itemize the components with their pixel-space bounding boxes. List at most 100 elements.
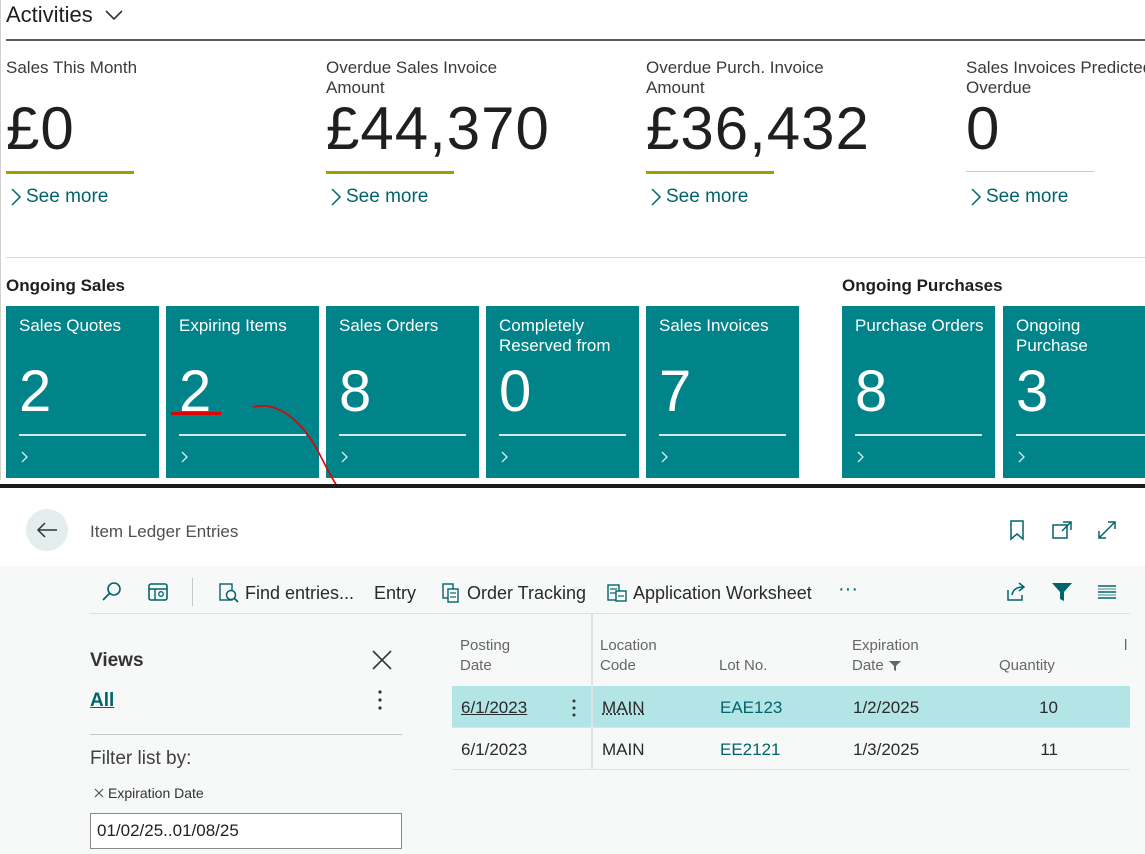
column-filter-icon: [888, 660, 902, 672]
item-ledger-entries-page: Item Ledger Entries Find entries... Entr…: [0, 484, 1145, 854]
cell-lot-no[interactable]: EE2121: [720, 740, 781, 760]
see-more-label: See more: [986, 186, 1068, 208]
filter-list-title: Filter list by:: [90, 748, 191, 770]
column-divider: [591, 614, 593, 770]
tile-completely-reserved[interactable]: Completely Reserved from Stock 0: [486, 306, 639, 478]
tile-divider: [179, 434, 306, 436]
order-tracking-button[interactable]: Order Tracking: [440, 580, 586, 606]
cell-expiration-date: 1/3/2025: [853, 740, 919, 760]
column-header-posting-date[interactable]: Posting Date: [460, 636, 530, 676]
ongoing-sales-title: Ongoing Sales: [6, 276, 125, 296]
filter-pane-toggle-icon[interactable]: [146, 580, 170, 604]
tile-value[interactable]: 8: [855, 358, 887, 425]
divider: [6, 39, 1145, 41]
more-options-button[interactable]: ···: [838, 576, 858, 602]
column-header-lot-no[interactable]: Lot No.: [719, 656, 767, 676]
kpi-label: Overdue Sales Invoice Amount: [326, 58, 546, 98]
list-view-icon[interactable]: [1095, 580, 1119, 604]
tile-purchase-orders[interactable]: Purchase Orders 8: [842, 306, 995, 478]
kpi-value[interactable]: £44,370: [326, 94, 550, 163]
kpi-overdue-purch-invoice-amount: Overdue Purch. Invoice Amount £36,432 Se…: [646, 58, 946, 98]
chevron-right-icon: [19, 449, 31, 465]
bookmark-icon[interactable]: [1005, 518, 1029, 542]
divider: [90, 734, 402, 735]
expand-icon[interactable]: [1095, 518, 1119, 542]
chevron-right-icon: [969, 187, 983, 207]
tile-label: Completely Reserved from Stock: [499, 316, 631, 356]
open-new-window-icon[interactable]: [1050, 518, 1074, 542]
filter-pane: Views All Filter list by: Expiration Dat…: [90, 628, 402, 854]
kpi-sales-invoices-predicted-overdue: Sales Invoices Predicted Overdue 0 See m…: [966, 58, 1145, 218]
share-icon[interactable]: [1004, 580, 1028, 604]
annotation-underline: [171, 412, 221, 415]
expiration-date-filter-input[interactable]: [90, 813, 402, 849]
vertical-ellipsis-icon[interactable]: [376, 688, 384, 712]
application-worksheet-button[interactable]: Application Worksheet: [606, 580, 812, 606]
table-row[interactable]: 6/1/2023 MAIN EE2121 1/3/2025 11: [452, 728, 1130, 770]
kpi-value[interactable]: 0: [966, 94, 1000, 163]
find-entries-icon: [218, 582, 240, 604]
table-row[interactable]: 6/1/2023 MAIN EAE123 1/2/2025 10: [452, 686, 1130, 728]
chevron-right-icon: [329, 187, 343, 207]
page-header: Item Ledger Entries: [0, 488, 1145, 566]
close-icon[interactable]: [370, 648, 394, 672]
cell-lot-no[interactable]: EAE123: [720, 698, 782, 718]
cell-location-code[interactable]: MAIN: [602, 740, 645, 760]
toolbar-separator: [192, 578, 193, 606]
filter-field-name: Expiration Date: [108, 785, 204, 801]
chevron-down-icon[interactable]: [104, 6, 124, 24]
back-button[interactable]: [26, 509, 68, 551]
order-tracking-icon: [440, 582, 462, 604]
tile-ongoing-purchase-invoices[interactable]: Ongoing Purchase Invoices 3: [1003, 306, 1145, 478]
tile-divider: [659, 434, 786, 436]
page-caption: Item Ledger Entries: [90, 522, 238, 542]
entry-label: Entry: [374, 583, 416, 604]
tile-expiring-items[interactable]: Expiring Items 2: [166, 306, 319, 478]
cell-posting-date[interactable]: 6/1/2023: [461, 698, 527, 718]
cell-location-code[interactable]: MAIN: [602, 698, 645, 718]
ongoing-purchases-title: Ongoing Purchases: [842, 276, 1003, 296]
cell-posting-date[interactable]: 6/1/2023: [461, 740, 527, 760]
column-header-overflow: l: [1124, 636, 1130, 656]
view-all-link[interactable]: All: [90, 690, 114, 712]
see-more-link[interactable]: See more: [329, 186, 428, 208]
tile-value[interactable]: 3: [1016, 358, 1048, 425]
kpi-value[interactable]: £36,432: [646, 94, 870, 163]
tile-value[interactable]: 7: [659, 358, 691, 425]
tile-value[interactable]: 2: [19, 358, 51, 425]
chevron-right-icon: [649, 187, 663, 207]
kpi-label: Sales This Month: [6, 58, 306, 78]
tile-divider: [339, 434, 466, 436]
kpi-sales-this-month: Sales This Month £0 See more: [6, 58, 306, 78]
row-actions-icon[interactable]: [570, 698, 578, 718]
see-more-link[interactable]: See more: [9, 186, 108, 208]
entry-menu[interactable]: Entry: [374, 580, 416, 606]
tile-sales-orders[interactable]: Sales Orders 8: [326, 306, 479, 478]
remove-filter-icon[interactable]: [94, 788, 104, 798]
application-worksheet-label: Application Worksheet: [633, 583, 812, 604]
see-more-link[interactable]: See more: [969, 186, 1068, 208]
tile-value[interactable]: 0: [499, 358, 531, 425]
see-more-label: See more: [666, 186, 748, 208]
row-divider: [452, 769, 1130, 770]
tile-label: Sales Quotes: [19, 316, 151, 336]
filter-icon[interactable]: [1050, 580, 1074, 604]
search-icon[interactable]: [100, 580, 124, 604]
tile-sales-invoices[interactable]: Sales Invoices 7: [646, 306, 799, 478]
see-more-link[interactable]: See more: [649, 186, 748, 208]
more-options-icon: ···: [838, 578, 858, 601]
tile-divider: [1016, 434, 1145, 436]
column-header-quantity[interactable]: Quantity: [999, 656, 1055, 676]
activities-title[interactable]: Activities: [6, 2, 93, 28]
kpi-bar: [646, 171, 774, 174]
tile-sales-quotes[interactable]: Sales Quotes 2: [6, 306, 159, 478]
column-header-expiration-date[interactable]: Expiration Date: [852, 636, 932, 676]
tile-label: Purchase Orders: [855, 316, 987, 336]
tile-value[interactable]: 8: [339, 358, 371, 425]
find-entries-button[interactable]: Find entries...: [218, 580, 354, 606]
kpi-bar: [326, 171, 454, 174]
see-more-label: See more: [26, 186, 108, 208]
column-header-location-code[interactable]: Location Code: [600, 636, 670, 676]
kpi-value[interactable]: £0: [6, 94, 75, 163]
tile-label: Sales Orders: [339, 316, 471, 336]
